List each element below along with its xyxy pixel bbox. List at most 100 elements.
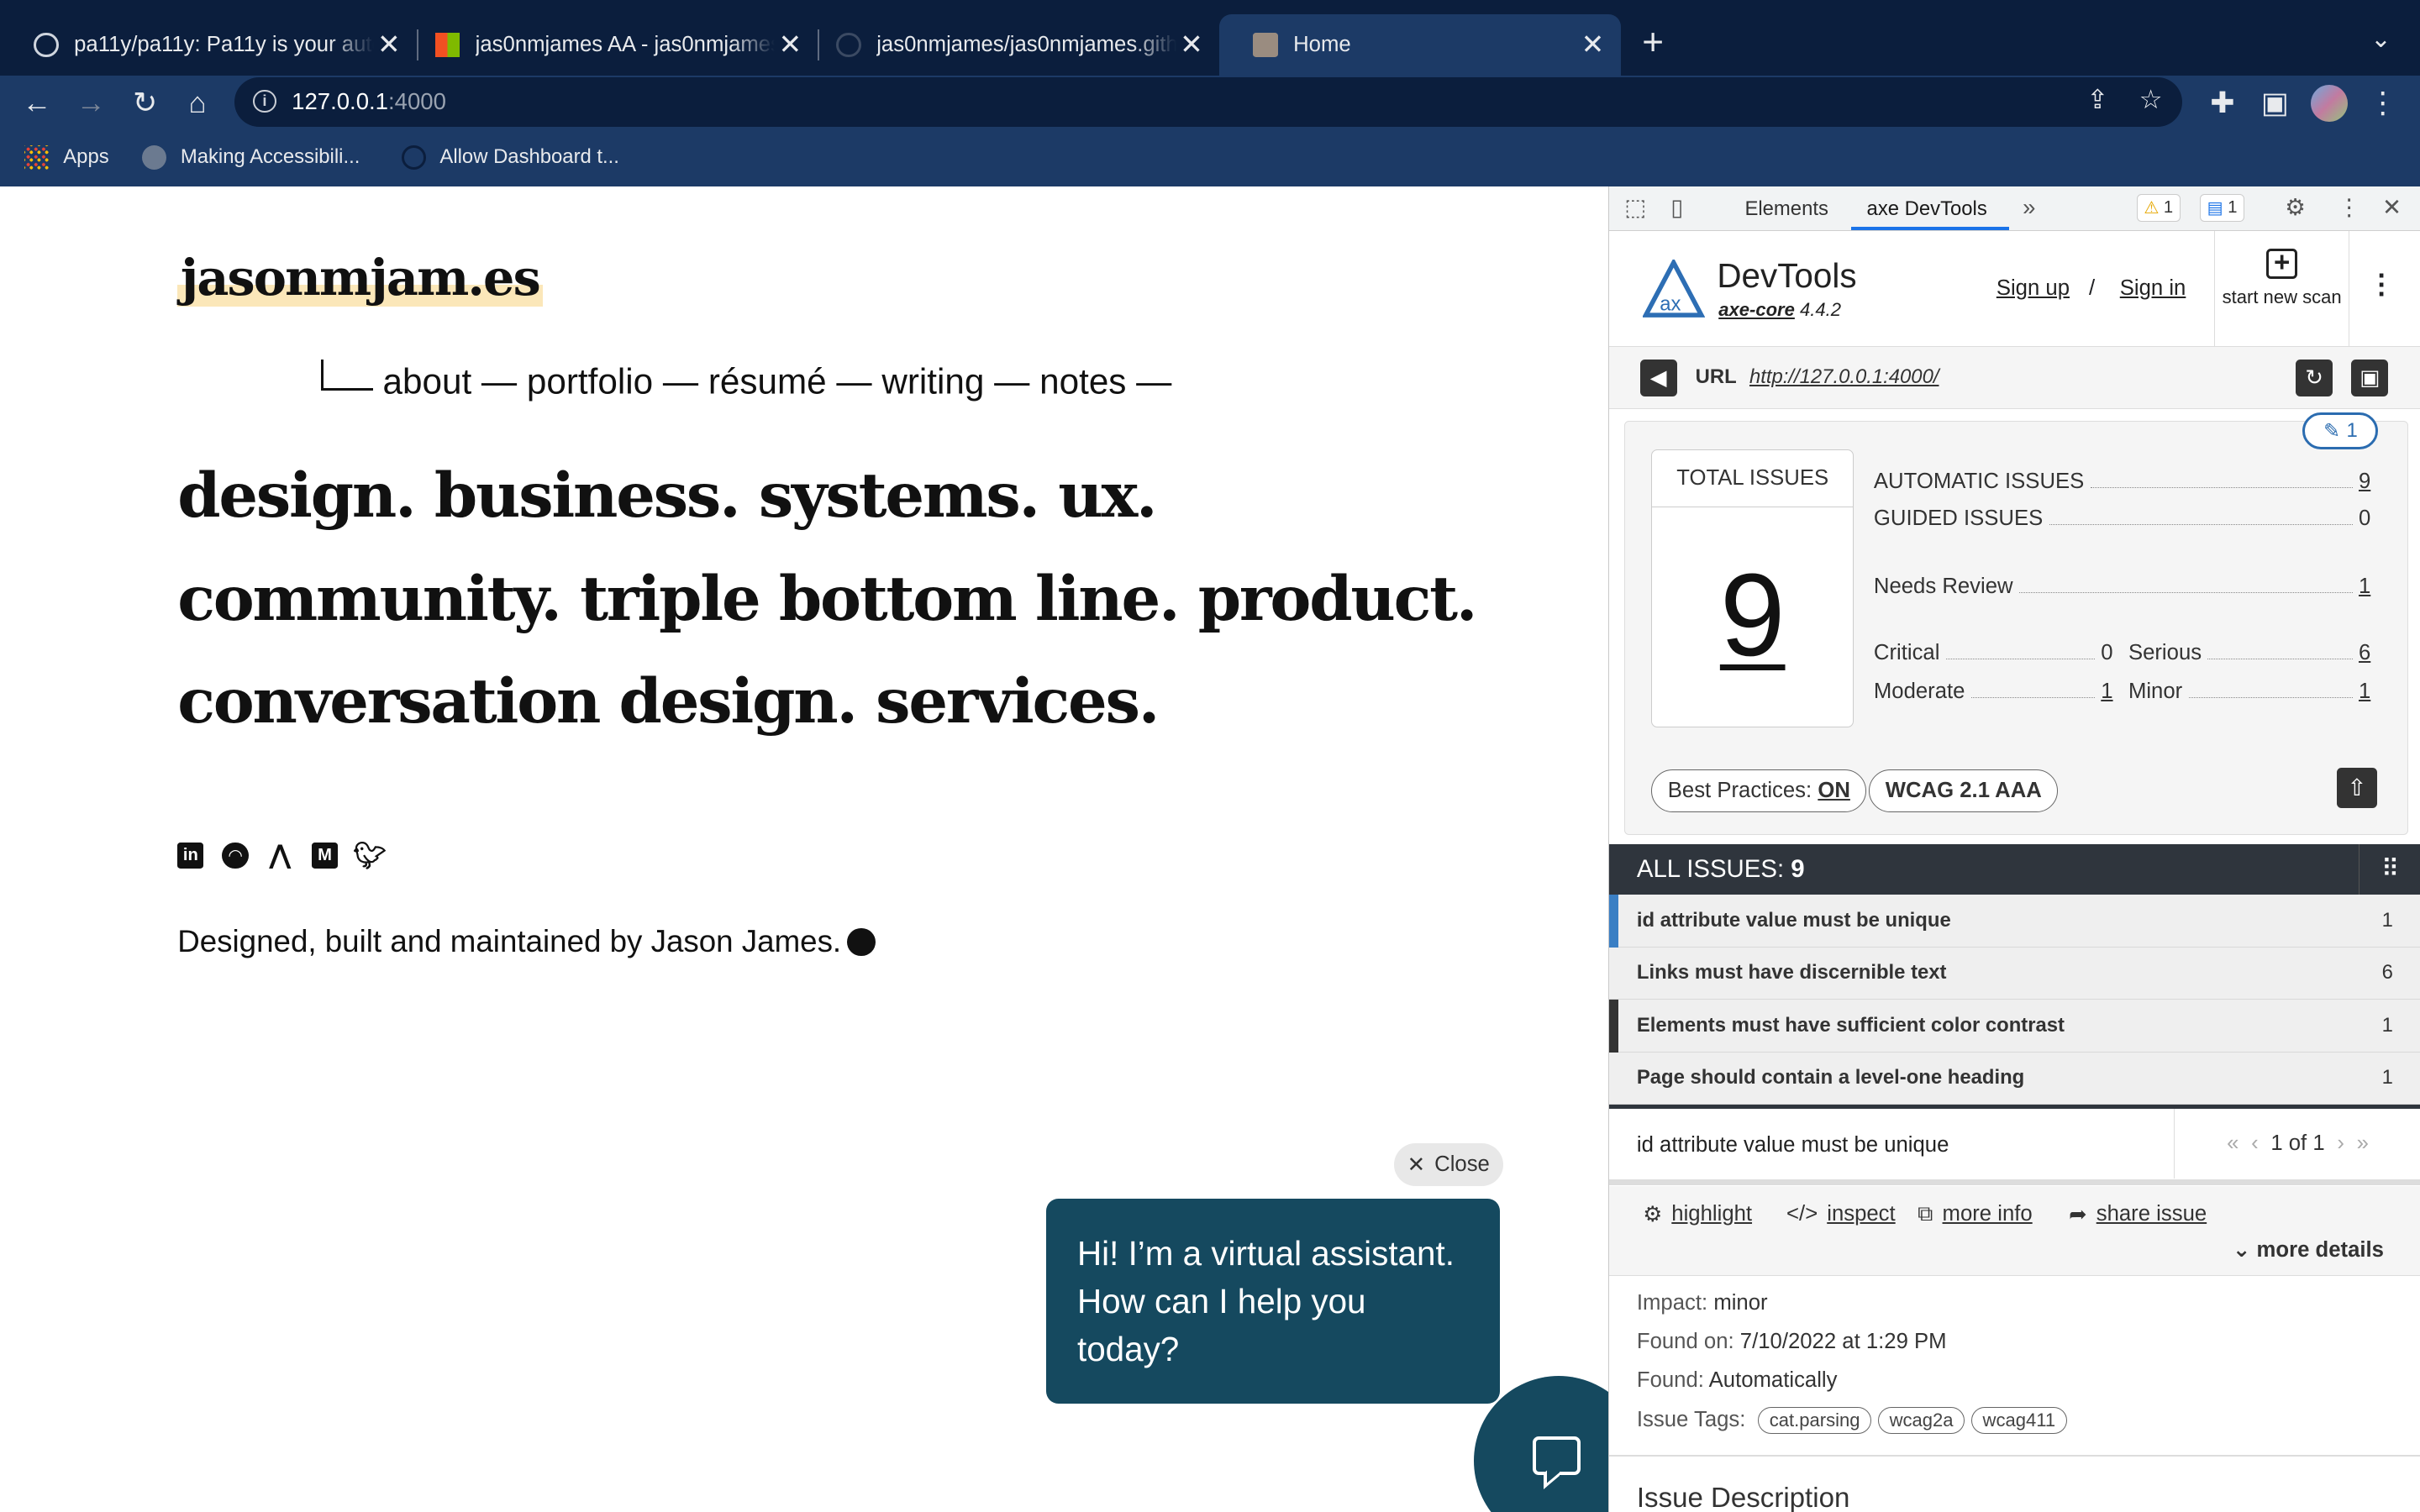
wcag-standard-chip[interactable]: WCAG 2.1 AAA xyxy=(1869,769,2059,813)
browser-toolbar: ← → ↻ ⌂ i 127.0.0.1:4000 ⇪ ☆ ✚ ▣ ⋮ xyxy=(0,75,2420,132)
site-nav[interactable]: about — portfolio — résumé — writing — n… xyxy=(321,359,1171,402)
tab-axe-devtools[interactable]: axe DevTools xyxy=(1867,197,1987,221)
pill-count: 1 xyxy=(2346,419,2358,443)
stat-value[interactable]: 1 xyxy=(2101,680,2112,704)
stat-value[interactable]: 9 xyxy=(2359,470,2370,494)
severity-marker xyxy=(1608,895,1618,948)
more-tabs-icon[interactable]: » xyxy=(2023,194,2035,221)
impact-field: Impact: minor xyxy=(1637,1291,1768,1315)
first-page-icon[interactable]: « xyxy=(2227,1131,2238,1156)
bookmark-star-icon[interactable]: ☆ xyxy=(2139,85,2163,115)
guided-tests-pill[interactable]: ✎ 1 xyxy=(2302,412,2379,450)
messages-badge[interactable]: ▤ 1 xyxy=(2200,194,2244,223)
group-by-icon[interactable]: ⠿ xyxy=(2359,843,2419,895)
back-icon[interactable]: ← xyxy=(15,81,58,124)
close-tab-icon[interactable]: ✕ xyxy=(1577,28,1608,61)
meta-label: Found: xyxy=(1636,1368,1704,1393)
tab-elements[interactable]: Elements xyxy=(1744,197,1828,221)
bookmark-allow-dashboard[interactable]: Allow Dashboard t... xyxy=(401,144,619,170)
github-icon[interactable]: ◠ xyxy=(222,842,249,869)
more-details-label: more details xyxy=(2256,1238,2384,1263)
issue-row[interactable]: id attribute value must be unique 1 xyxy=(1608,895,2420,948)
highlight-icon: ⚙ xyxy=(1643,1202,1663,1226)
twitter-icon[interactable]: 🐦︎ xyxy=(353,841,387,870)
issues-summary-card: ✎ 1 TOTAL ISSUES 9 AUTOMATIC ISSUES 9 GUID… xyxy=(1624,412,2409,835)
sign-in-link[interactable]: Sign in xyxy=(2120,276,2186,301)
action-label: highlight xyxy=(1671,1202,1753,1226)
next-page-icon[interactable]: › xyxy=(2337,1131,2344,1156)
browser-menu-icon[interactable]: ⋮ xyxy=(2361,81,2404,124)
new-tab-icon[interactable]: + xyxy=(1642,22,1664,64)
share-issue-button[interactable]: ➦ share issue xyxy=(2069,1202,2207,1227)
inspect-element-icon[interactable]: ⬚ xyxy=(1624,194,1646,221)
start-new-scan-button[interactable]: + start new scan xyxy=(2213,231,2350,348)
settings-gear-icon[interactable]: ⚙ xyxy=(2285,194,2306,221)
browser-tab-home[interactable]: Home ✕ xyxy=(1218,13,1621,76)
tab-search-icon[interactable]: ⌄ xyxy=(2370,24,2391,54)
reload-icon[interactable]: ↻ xyxy=(124,81,166,124)
warnings-badge[interactable]: ⚠ 1 xyxy=(2136,194,2181,223)
profile-avatar[interactable] xyxy=(2307,81,2350,124)
sign-up-link[interactable]: Sign up xyxy=(1996,276,2070,301)
close-devtools-icon[interactable]: ✕ xyxy=(2382,194,2402,221)
share-icon[interactable]: ⇪ xyxy=(2086,85,2108,115)
browser-tab-office[interactable]: jas0nmjames AA - jas0nmjames ✕ xyxy=(402,14,818,76)
devtools-menu-icon[interactable]: ⋮ xyxy=(2338,194,2361,221)
medium-icon[interactable]: M xyxy=(311,842,339,869)
site-info-icon[interactable]: i xyxy=(253,89,276,113)
chat-close-label: Close xyxy=(1434,1152,1490,1177)
scanned-url-link[interactable]: http://127.0.0.1:4000/ xyxy=(1749,365,1939,389)
issue-row[interactable]: Links must have discernible text 6 xyxy=(1608,947,2420,1000)
export-icon[interactable]: ⇧ xyxy=(2336,767,2377,808)
browser-tab-github-repo[interactable]: jas0nmjames/jas0nmjames.github.io ✕ xyxy=(802,14,1219,76)
stat-value[interactable]: 1 xyxy=(2359,575,2370,599)
strava-icon[interactable]: ⋀ xyxy=(267,840,293,869)
chevron-down-icon: ⌄ xyxy=(2232,1238,2251,1263)
axe-core-link[interactable]: axe-core xyxy=(1718,299,1795,320)
stat-value[interactable]: 1 xyxy=(2359,680,2370,704)
save-icon[interactable]: ▣ xyxy=(2351,359,2389,397)
chat-close-button[interactable]: ✕ Close xyxy=(1393,1142,1503,1187)
home-icon[interactable]: ⌂ xyxy=(176,81,218,124)
site-logo[interactable]: jasonmjam.es xyxy=(177,248,543,307)
device-toolbar-icon[interactable]: ▯ xyxy=(1670,194,1683,221)
back-arrow-icon[interactable]: ◀ xyxy=(1639,359,1677,397)
best-practices-toggle[interactable]: Best Practices: ON xyxy=(1651,769,1867,813)
issue-row[interactable]: Page should contain a level-one heading 1 xyxy=(1608,1052,2420,1105)
site-nav-links[interactable]: about — portfolio — résumé — writing — n… xyxy=(382,361,1171,401)
address-bar[interactable]: i 127.0.0.1:4000 ⇪ ☆ xyxy=(234,76,2183,127)
total-issues-count[interactable]: 9 xyxy=(1652,548,1853,683)
address-text[interactable]: 127.0.0.1:4000 xyxy=(292,88,446,115)
github-icon[interactable] xyxy=(847,927,876,956)
close-tab-icon[interactable]: ✕ xyxy=(1176,28,1207,61)
social-links: in ◠ ⋀ M 🐦︎ xyxy=(177,840,387,870)
bookmark-making-accessibility[interactable]: Making Accessibili... xyxy=(141,144,360,170)
rescan-icon[interactable]: ↻ xyxy=(2296,359,2333,397)
forward-icon[interactable]: → xyxy=(70,81,113,124)
meta-label: Impact: xyxy=(1636,1291,1708,1315)
stat-value: 0 xyxy=(2359,507,2371,531)
linkedin-icon[interactable]: in xyxy=(177,842,204,869)
highlight-button[interactable]: ⚙ highlight xyxy=(1643,1202,1752,1227)
devtools-panel: ⬚ ▯ Elements axe DevTools » ⚠ 1 ▤ 1 ⚙ ⋮ ✕ … xyxy=(1607,186,2420,1512)
prev-page-icon[interactable]: ‹ xyxy=(2251,1131,2259,1156)
browser-tab-pa11y[interactable]: pa11y/pa11y: Pa11y is your automated acc… xyxy=(0,14,417,76)
stat-label: GUIDED ISSUES xyxy=(1873,507,2044,531)
inspect-button[interactable]: </> inspect xyxy=(1786,1202,1896,1226)
close-tab-icon[interactable]: ✕ xyxy=(374,28,405,61)
issue-pager: « ‹ 1 of 1 › » xyxy=(2174,1109,2420,1179)
message-count: 1 xyxy=(2228,198,2238,218)
bookmark-apps[interactable]: Apps xyxy=(24,144,109,170)
found-on-field: Found on: 7/10/2022 at 1:29 PM xyxy=(1637,1330,1947,1354)
more-info-button[interactable]: ⧉ more info xyxy=(1918,1202,2033,1227)
close-tab-icon[interactable]: ✕ xyxy=(775,28,806,61)
issue-row[interactable]: Elements must have sufficient color cont… xyxy=(1608,1000,2420,1053)
more-details-toggle[interactable]: ⌄ more details xyxy=(2233,1237,2384,1263)
action-label: share issue xyxy=(2096,1202,2207,1226)
stat-value[interactable]: 6 xyxy=(2359,641,2370,665)
side-panel-icon[interactable]: ▣ xyxy=(2254,81,2296,124)
last-page-icon[interactable]: » xyxy=(2357,1131,2369,1156)
extensions-icon[interactable]: ✚ xyxy=(2201,81,2244,124)
axe-menu-icon[interactable]: · · · xyxy=(2378,262,2387,308)
globe-icon xyxy=(141,144,167,170)
